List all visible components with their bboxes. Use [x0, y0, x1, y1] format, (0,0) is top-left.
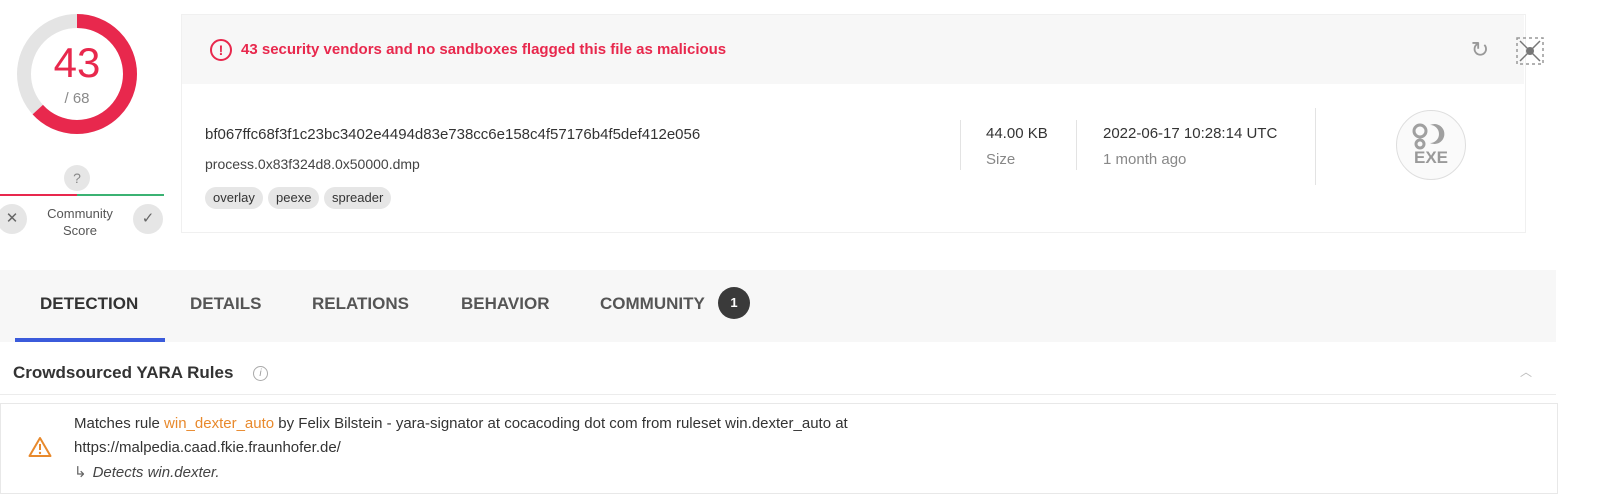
detection-score: 43 / 68 — [16, 13, 138, 135]
file-type-label: EXE — [1413, 148, 1449, 167]
rule-prefix: Matches rule — [74, 415, 165, 432]
similar-graph-icon[interactable] — [1516, 37, 1544, 65]
rule-description: ↳ Detects win.dexter. — [74, 463, 220, 481]
tab-behavior[interactable]: BEHAVIOR — [461, 294, 549, 314]
info-icon[interactable]: i — [253, 366, 268, 381]
vote-harmful-button[interactable]: ✕ — [0, 204, 27, 234]
active-tab-indicator — [15, 338, 165, 342]
tab-details[interactable]: DETAILS — [190, 294, 261, 314]
alert-circle-icon: ! — [210, 39, 232, 61]
yara-section-title: Crowdsourced YARA Rules — [13, 363, 234, 382]
close-icon: ✕ — [5, 210, 19, 227]
community-score-bar-positive — [77, 194, 164, 196]
tab-relations[interactable]: RELATIONS — [312, 294, 409, 314]
divider — [960, 120, 961, 170]
last-analysis-date: 2022-06-17 10:28:14 UTC — [1103, 125, 1278, 142]
rule-description-text: Detects win.dexter. — [92, 464, 220, 481]
vote-harmless-button[interactable]: ✓ — [133, 204, 163, 234]
check-icon: ✓ — [141, 210, 155, 227]
exe-file-type-icon: EXE — [1396, 110, 1466, 180]
file-tag[interactable]: spreader — [324, 187, 392, 209]
last-analysis-relative: 1 month ago — [1103, 151, 1187, 168]
file-hash[interactable]: bf067ffc68f3f1c23bc3402e4494d83e738cc6e1… — [205, 126, 700, 143]
gears-icon — [1412, 123, 1445, 150]
community-score-label: Community Score — [47, 206, 113, 238]
file-size-value: 44.00 KB — [986, 125, 1048, 142]
ruleset-source-url[interactable]: https://malpedia.caad.fkie.fraunhofer.de… — [74, 439, 341, 456]
community-score-bar-negative — [0, 194, 77, 196]
tab-community[interactable]: COMMUNITY — [600, 294, 705, 314]
reanalyze-icon[interactable]: ↻ — [1468, 38, 1492, 62]
file-size-label: Size — [986, 151, 1016, 168]
file-tag[interactable]: overlay — [205, 187, 263, 209]
divider — [1315, 108, 1316, 185]
community-score-value: ? — [64, 165, 90, 191]
detection-count: 43 — [53, 39, 101, 86]
file-name: process.0x83f324d8.0x50000.dmp — [205, 156, 420, 172]
chevron-up-icon[interactable]: ︿ — [1520, 363, 1532, 380]
community-count-badge: 1 — [718, 287, 750, 319]
verdict-message: 43 security vendors and no sandboxes fla… — [241, 41, 727, 58]
divider — [1076, 120, 1077, 170]
file-tag[interactable]: peexe — [268, 187, 320, 209]
rule-name-link[interactable]: win_dexter_auto — [164, 415, 274, 432]
rule-suffix: by Felix Bilstein - yara-signator at coc… — [274, 415, 848, 432]
engine-total: / 68 — [64, 90, 90, 107]
sub-arrow-icon: ↳ — [74, 464, 87, 481]
tab-detection[interactable]: DETECTION — [40, 294, 138, 314]
yara-rule-text: Matches rule win_dexter_auto by Felix Bi… — [74, 415, 848, 432]
warning-icon — [28, 436, 52, 458]
